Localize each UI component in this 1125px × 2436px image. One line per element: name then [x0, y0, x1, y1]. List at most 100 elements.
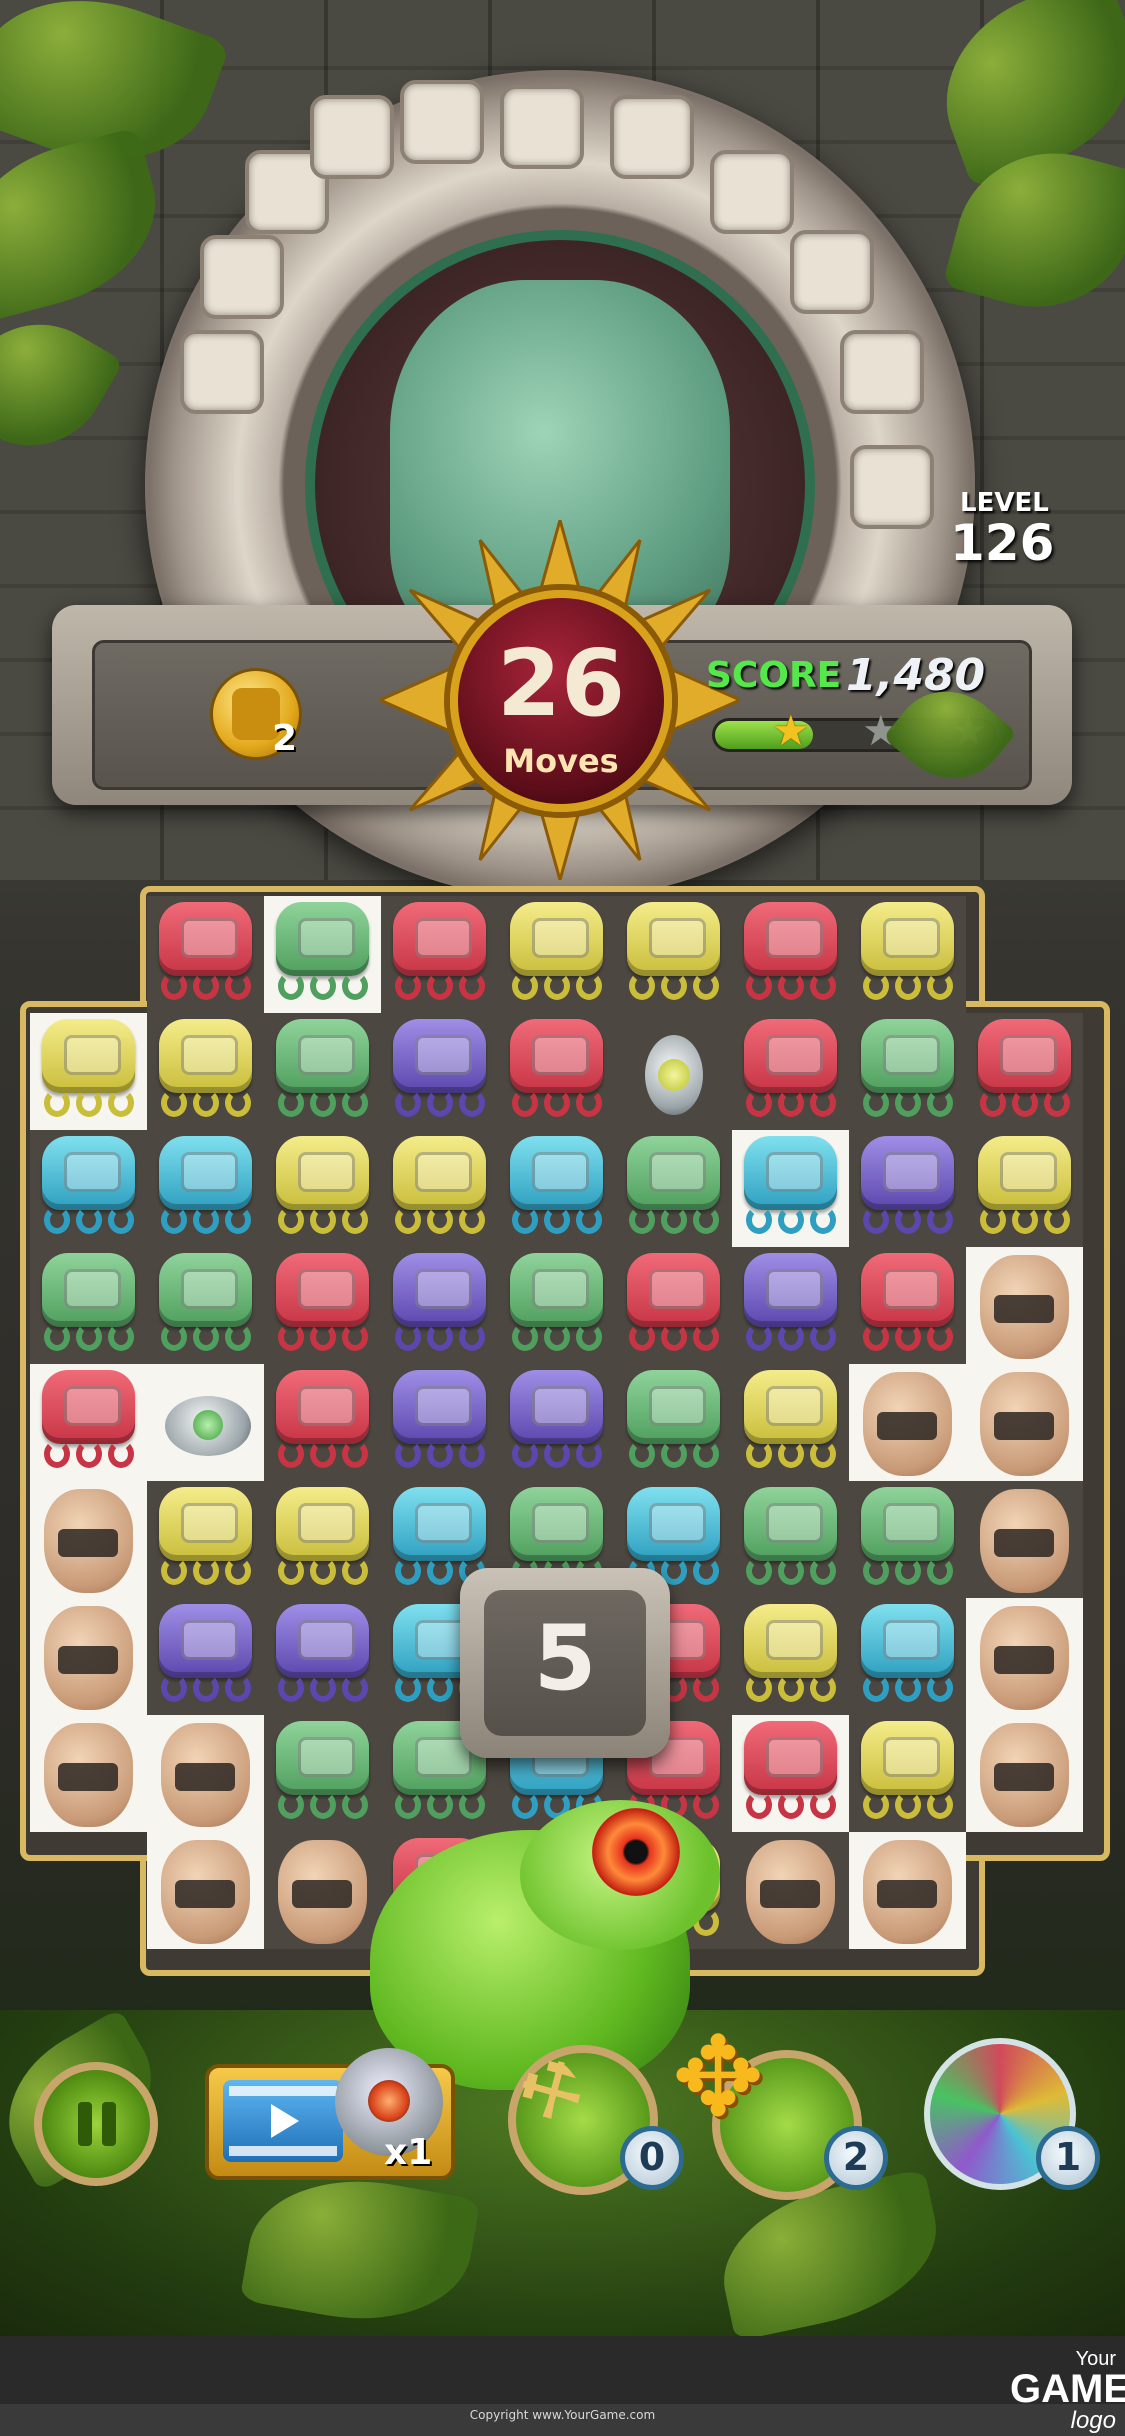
- glyph-icon: [500, 85, 584, 169]
- board-cell[interactable]: [732, 1481, 849, 1598]
- board-cell[interactable]: [381, 1247, 498, 1364]
- board-cell[interactable]: [849, 1832, 966, 1949]
- board-cell[interactable]: [381, 1130, 498, 1247]
- board-cell[interactable]: [615, 1130, 732, 1247]
- board-cell[interactable]: [732, 896, 849, 1013]
- rocket-bomb-icon: [155, 1370, 256, 1474]
- board-cell[interactable]: [966, 1715, 1083, 1832]
- yellow-glyph-tile-icon: [740, 1604, 841, 1708]
- board-cell[interactable]: [381, 1364, 498, 1481]
- board-cell[interactable]: [147, 1481, 264, 1598]
- board-cell[interactable]: [849, 896, 966, 1013]
- board-cell[interactable]: [849, 1598, 966, 1715]
- board-cell[interactable]: [147, 1364, 264, 1481]
- board-cell[interactable]: [147, 1598, 264, 1715]
- board-cell[interactable]: [732, 1364, 849, 1481]
- green-glyph-tile-icon: [740, 1487, 841, 1591]
- board-cell[interactable]: [381, 1013, 498, 1130]
- board-cell[interactable]: [30, 1247, 147, 1364]
- board-cell[interactable]: [264, 1130, 381, 1247]
- logo-line-2: GAME: [1010, 2367, 1125, 2411]
- board-cell[interactable]: [615, 1247, 732, 1364]
- board-cell[interactable]: [732, 1832, 849, 1949]
- board-cell[interactable]: [615, 1013, 732, 1130]
- board-cell[interactable]: [381, 896, 498, 1013]
- board-cell[interactable]: [498, 1364, 615, 1481]
- yellow-glyph-tile-icon: [155, 1019, 256, 1123]
- video-play-icon: [223, 2080, 343, 2162]
- board-cell[interactable]: [849, 1247, 966, 1364]
- clay-vase-icon: [155, 1838, 256, 1944]
- logo-line-3: logo: [1070, 2407, 1116, 2434]
- board-cell[interactable]: [732, 1013, 849, 1130]
- board-cell[interactable]: [849, 1013, 966, 1130]
- board-cell[interactable]: [966, 1598, 1083, 1715]
- board-cell[interactable]: [732, 1598, 849, 1715]
- board-cell[interactable]: [966, 1247, 1083, 1364]
- board-cell[interactable]: [264, 1013, 381, 1130]
- board-cell[interactable]: [966, 1364, 1083, 1481]
- board-cell[interactable]: [30, 1364, 147, 1481]
- green-glyph-tile-icon: [272, 902, 373, 1006]
- board-cell[interactable]: [849, 1715, 966, 1832]
- board-cell[interactable]: [264, 1832, 381, 1949]
- yellow-glyph-tile-icon: [857, 902, 958, 1006]
- yellow-glyph-tile-icon: [272, 1487, 373, 1591]
- board-cell[interactable]: [147, 1247, 264, 1364]
- board-cell[interactable]: [966, 1013, 1083, 1130]
- board-cell[interactable]: [966, 1481, 1083, 1598]
- board-cell[interactable]: [615, 896, 732, 1013]
- yellow-glyph-tile-icon: [623, 902, 724, 1006]
- red-glyph-tile-icon: [740, 1721, 841, 1825]
- yellow-glyph-tile-icon: [38, 1019, 139, 1123]
- board-cell[interactable]: [498, 1130, 615, 1247]
- purple-glyph-tile-icon: [389, 1019, 490, 1123]
- board-cell[interactable]: [498, 896, 615, 1013]
- board-cell[interactable]: [498, 1013, 615, 1130]
- board-cell[interactable]: [849, 1130, 966, 1247]
- board-cell[interactable]: [264, 1598, 381, 1715]
- frog-eye-icon: [592, 1808, 680, 1896]
- board-cell[interactable]: [732, 1715, 849, 1832]
- pause-button[interactable]: [34, 2062, 158, 2186]
- blue-glyph-tile-icon: [740, 1136, 841, 1240]
- board-cell[interactable]: [30, 1130, 147, 1247]
- board-cell[interactable]: [147, 1832, 264, 1949]
- yellow-glyph-tile-icon: [740, 1370, 841, 1474]
- board-cell[interactable]: [966, 1130, 1083, 1247]
- board-cell[interactable]: [615, 1364, 732, 1481]
- blue-glyph-tile-icon: [857, 1604, 958, 1708]
- board-cell[interactable]: [264, 896, 381, 1013]
- red-glyph-tile-icon: [857, 1253, 958, 1357]
- board-cell[interactable]: [147, 1130, 264, 1247]
- board-cell[interactable]: [264, 1481, 381, 1598]
- board-cell[interactable]: [498, 1247, 615, 1364]
- board-cell[interactable]: [147, 1715, 264, 1832]
- clay-vase-icon: [740, 1838, 841, 1944]
- board-cell[interactable]: [849, 1481, 966, 1598]
- board-cell[interactable]: [732, 1130, 849, 1247]
- board-cell[interactable]: [264, 1247, 381, 1364]
- board-cell[interactable]: [30, 1481, 147, 1598]
- coin-count: 2: [272, 718, 298, 759]
- board-cell[interactable]: [30, 1598, 147, 1715]
- glyph-icon: [310, 95, 394, 179]
- yellow-glyph-tile-icon: [389, 1136, 490, 1240]
- board-cell[interactable]: [264, 1715, 381, 1832]
- board-cell[interactable]: [849, 1364, 966, 1481]
- purple-glyph-tile-icon: [389, 1253, 490, 1357]
- board-cell[interactable]: [147, 896, 264, 1013]
- board-cell[interactable]: [30, 1715, 147, 1832]
- clay-vase-icon: [155, 1721, 256, 1827]
- green-glyph-tile-icon: [857, 1019, 958, 1123]
- green-glyph-tile-icon: [506, 1253, 607, 1357]
- blue-glyph-tile-icon: [155, 1136, 256, 1240]
- copyright-text: Copyright www.YourGame.com: [469, 2408, 656, 2422]
- board-cell[interactable]: [732, 1247, 849, 1364]
- board-cell[interactable]: [147, 1013, 264, 1130]
- board-cell[interactable]: [30, 1013, 147, 1130]
- move-count-badge: 2: [824, 2126, 888, 2190]
- pause-icon: [78, 2102, 92, 2146]
- board-cell[interactable]: [264, 1364, 381, 1481]
- red-glyph-tile-icon: [974, 1019, 1075, 1123]
